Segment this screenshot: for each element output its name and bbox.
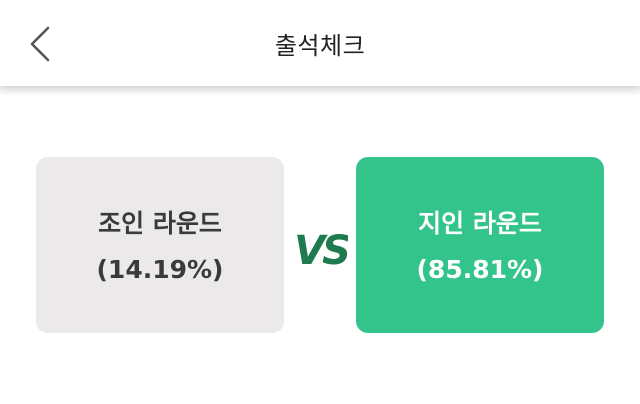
- app-header: 출석체크: [0, 0, 640, 96]
- option-name: 조인 라운드: [98, 209, 222, 238]
- option-percent: (14.19%): [96, 255, 224, 284]
- option-percent: (85.81%): [416, 255, 544, 284]
- option-name: 지인 라운드: [418, 209, 542, 238]
- vs-label: VS: [294, 228, 348, 273]
- page-title: 출석체크: [274, 32, 366, 60]
- vote-option-left[interactable]: 조인 라운드 (14.19%): [36, 157, 284, 333]
- vote-option-right[interactable]: 지인 라운드 (85.81%): [356, 157, 604, 333]
- vs-icon: VS: [294, 228, 348, 273]
